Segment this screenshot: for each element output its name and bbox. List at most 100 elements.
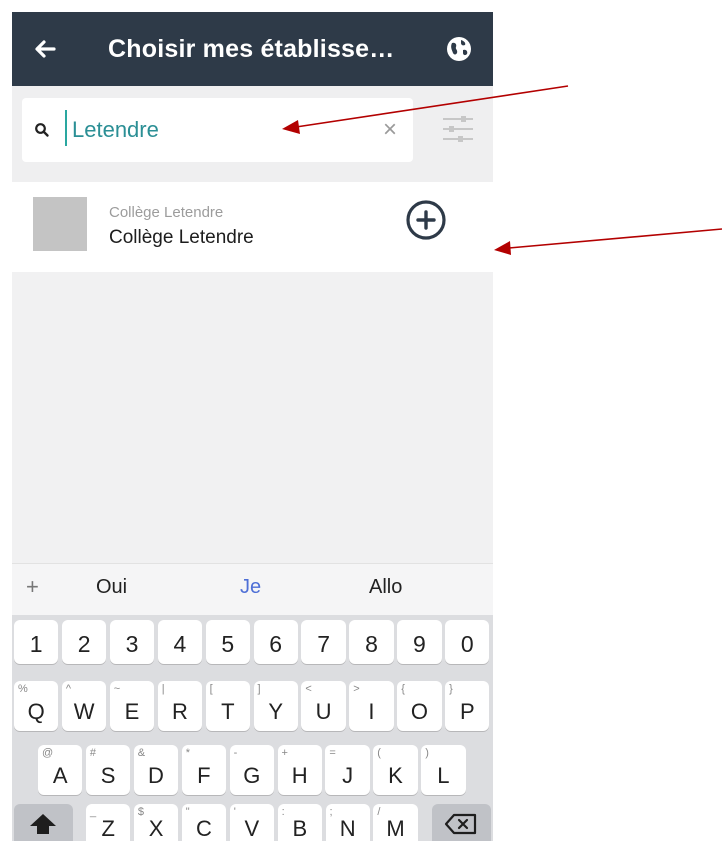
key-label: 6 xyxy=(269,631,283,657)
list-item-subtitle: Collège Letendre xyxy=(109,204,224,221)
key-0[interactable]: 0 xyxy=(445,620,490,664)
key-label: 8 xyxy=(365,631,378,657)
key-label: 0 xyxy=(460,631,474,657)
school-thumbnail xyxy=(33,197,87,251)
key-8[interactable]: 8 xyxy=(349,620,394,664)
keyboard: 1 2 3 4 5 6 7 8 9 0% Q ^ W ~ E | R[T] Y < U > I{O} P @ A # S & D * F - G… xyxy=(12,615,493,841)
key-label: N xyxy=(339,816,356,841)
key-f[interactable]: * F xyxy=(181,745,227,795)
key-q[interactable]: % Q xyxy=(14,681,59,731)
key-label: L xyxy=(437,763,450,788)
key-n[interactable]: ; N xyxy=(325,804,370,841)
key-label: W xyxy=(73,699,95,724)
search-icon xyxy=(35,123,49,137)
key-x[interactable]: $ X xyxy=(133,804,179,841)
key-5[interactable]: 5 xyxy=(205,620,250,664)
key-label: M xyxy=(386,816,405,841)
phone-screen: Choisir mes établisse… × Collège xyxy=(12,12,493,841)
key-symbol: { xyxy=(401,683,405,695)
suggestion-bar: + Oui Je Allo xyxy=(12,563,493,616)
key-label: K xyxy=(388,763,403,788)
key-w[interactable]: ^ W xyxy=(61,681,107,731)
shift-icon xyxy=(30,814,56,834)
key-label: S xyxy=(100,763,116,788)
key-symbol: ^ xyxy=(65,683,72,695)
key-label: P xyxy=(459,699,475,724)
key-symbol: - xyxy=(233,747,238,759)
key-o[interactable]: {O xyxy=(397,681,442,731)
key-symbol: % xyxy=(18,683,28,695)
key-label: T xyxy=(221,699,235,724)
key-label: 7 xyxy=(317,631,330,657)
key-symbol: + xyxy=(281,747,288,759)
key-u[interactable]: < U xyxy=(301,681,346,731)
key-4[interactable]: 4 xyxy=(157,620,203,664)
key-p[interactable]: } P xyxy=(445,681,490,731)
key-i[interactable]: > I xyxy=(349,681,394,731)
key-label: O xyxy=(410,699,428,724)
key-d[interactable]: & D xyxy=(133,745,179,795)
key-1[interactable]: 1 xyxy=(14,620,59,664)
key-label: H xyxy=(291,763,308,788)
key-6[interactable]: 6 xyxy=(253,620,298,664)
suggestion-plus[interactable]: + xyxy=(26,574,39,600)
key-label: X xyxy=(148,816,164,841)
key-t[interactable]: [T xyxy=(205,681,250,731)
key-k[interactable]: (K xyxy=(373,745,418,795)
key-symbol: ~ xyxy=(113,683,121,695)
key-label: E xyxy=(124,699,140,724)
key-c[interactable]: " C xyxy=(181,804,227,841)
key-l[interactable]: ) L xyxy=(421,745,466,795)
arrow-left-icon[interactable] xyxy=(30,34,60,64)
key-g[interactable]: -G xyxy=(229,745,274,795)
suggestion-item[interactable]: Je xyxy=(240,576,261,599)
key-z[interactable]: _ Z xyxy=(86,804,131,841)
key-label: 2 xyxy=(77,631,91,657)
backspace-key[interactable] xyxy=(432,804,491,841)
key-2[interactable]: 2 xyxy=(61,620,107,664)
key-label: V xyxy=(244,816,260,841)
add-circle-icon[interactable] xyxy=(405,199,447,241)
key-symbol: = xyxy=(329,747,336,759)
key-m[interactable]: / M xyxy=(373,804,418,841)
key-symbol: ) xyxy=(425,747,429,759)
search-input[interactable] xyxy=(72,112,372,148)
key-s[interactable]: # S xyxy=(85,745,131,795)
clear-search-button[interactable]: × xyxy=(378,118,402,142)
key-h[interactable]: + H xyxy=(277,745,322,795)
key-label: U xyxy=(315,699,332,724)
key-label: J xyxy=(342,763,354,788)
key-symbol: * xyxy=(185,747,190,759)
key-3[interactable]: 3 xyxy=(109,620,155,664)
key-j[interactable]: = J xyxy=(325,745,370,795)
list-item-name: Collège Letendre xyxy=(109,227,254,248)
key-b[interactable]: :B xyxy=(277,804,322,841)
sliders-icon[interactable] xyxy=(440,112,476,146)
key-label: 5 xyxy=(221,631,235,657)
key-9[interactable]: 9 xyxy=(397,620,442,664)
key-label: R xyxy=(171,699,188,724)
key-symbol: & xyxy=(137,747,146,759)
key-label: 9 xyxy=(412,631,426,657)
key-label: G xyxy=(243,763,261,788)
key-label: C xyxy=(196,816,212,841)
shift-key[interactable] xyxy=(14,804,73,841)
key-y[interactable]: ] Y xyxy=(253,681,298,731)
suggestion-item[interactable]: Oui xyxy=(96,576,127,599)
key-r[interactable]: | R xyxy=(157,681,203,731)
key-v[interactable]: ' V xyxy=(229,804,275,841)
key-symbol: } xyxy=(449,683,453,695)
key-label: 3 xyxy=(125,631,139,657)
key-symbol: < xyxy=(305,683,312,695)
suggestion-item[interactable]: Allo xyxy=(369,576,402,599)
key-7[interactable]: 7 xyxy=(301,620,346,664)
key-label: F xyxy=(197,763,211,788)
key-a[interactable]: @ A xyxy=(38,745,83,795)
list-item[interactable]: Collège Letendre Collège Letendre xyxy=(12,182,493,272)
search-box[interactable]: × xyxy=(22,98,413,162)
globe-icon[interactable] xyxy=(444,34,474,64)
key-e[interactable]: ~ E xyxy=(109,681,155,731)
key-label: D xyxy=(148,763,164,788)
key-label: Y xyxy=(268,699,284,724)
key-label: A xyxy=(52,763,68,788)
